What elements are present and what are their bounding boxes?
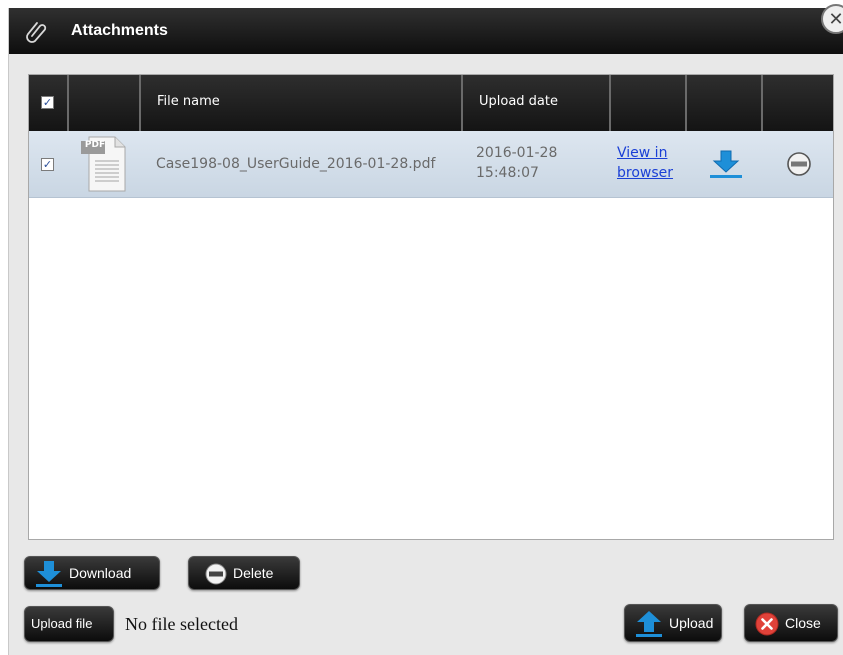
upload-file-button[interactable]: Upload file bbox=[24, 606, 114, 642]
attachments-dialog: Attachments ✕ ✓ File name Upload date ✓ bbox=[8, 4, 843, 655]
minus-circle-icon bbox=[205, 563, 227, 585]
table-header: ✓ File name Upload date bbox=[29, 75, 833, 131]
close-icon bbox=[755, 612, 779, 636]
header-select-all: ✓ bbox=[29, 75, 69, 131]
upload-date: 2016-01-28 15:48:07 bbox=[476, 143, 586, 183]
upload-icon bbox=[636, 611, 662, 637]
upload-date-day: 2016-01-28 bbox=[476, 145, 558, 161]
header-delete-col bbox=[763, 75, 833, 131]
pdf-badge: PDF bbox=[84, 140, 106, 150]
file-name: Case198-08_UserGuide_2016-01-28.pdf bbox=[156, 156, 436, 172]
view-in-browser-link[interactable]: View in browser bbox=[617, 143, 697, 183]
table-row[interactable]: ✓ PDF Case198-08_UserGuide_2016-01-28.pd… bbox=[29, 131, 833, 198]
file-input-status: No file selected bbox=[125, 614, 238, 634]
select-all-checkbox[interactable]: ✓ bbox=[41, 96, 54, 109]
title-bar: Attachments ✕ bbox=[9, 4, 843, 54]
header-download-col bbox=[687, 75, 763, 131]
download-button[interactable]: Download bbox=[24, 556, 160, 590]
header-upload-date[interactable]: Upload date bbox=[463, 75, 611, 131]
row-checkbox[interactable]: ✓ bbox=[41, 158, 54, 171]
header-view-col bbox=[611, 75, 687, 131]
dialog-title: Attachments bbox=[71, 22, 168, 39]
download-icon bbox=[36, 561, 62, 587]
minus-circle-icon[interactable] bbox=[786, 151, 812, 177]
delete-button[interactable]: Delete bbox=[188, 556, 300, 590]
upload-date-time: 15:48:07 bbox=[476, 165, 539, 181]
close-button[interactable]: Close bbox=[744, 604, 838, 642]
close-icon[interactable]: ✕ bbox=[821, 4, 843, 34]
attachments-table: ✓ File name Upload date ✓ PDF Case198-08… bbox=[28, 74, 834, 540]
header-icon-col bbox=[69, 75, 141, 131]
download-icon[interactable] bbox=[709, 149, 743, 179]
paperclip-icon bbox=[26, 22, 47, 43]
header-file-name[interactable]: File name bbox=[141, 75, 463, 131]
upload-button[interactable]: Upload bbox=[624, 604, 722, 642]
